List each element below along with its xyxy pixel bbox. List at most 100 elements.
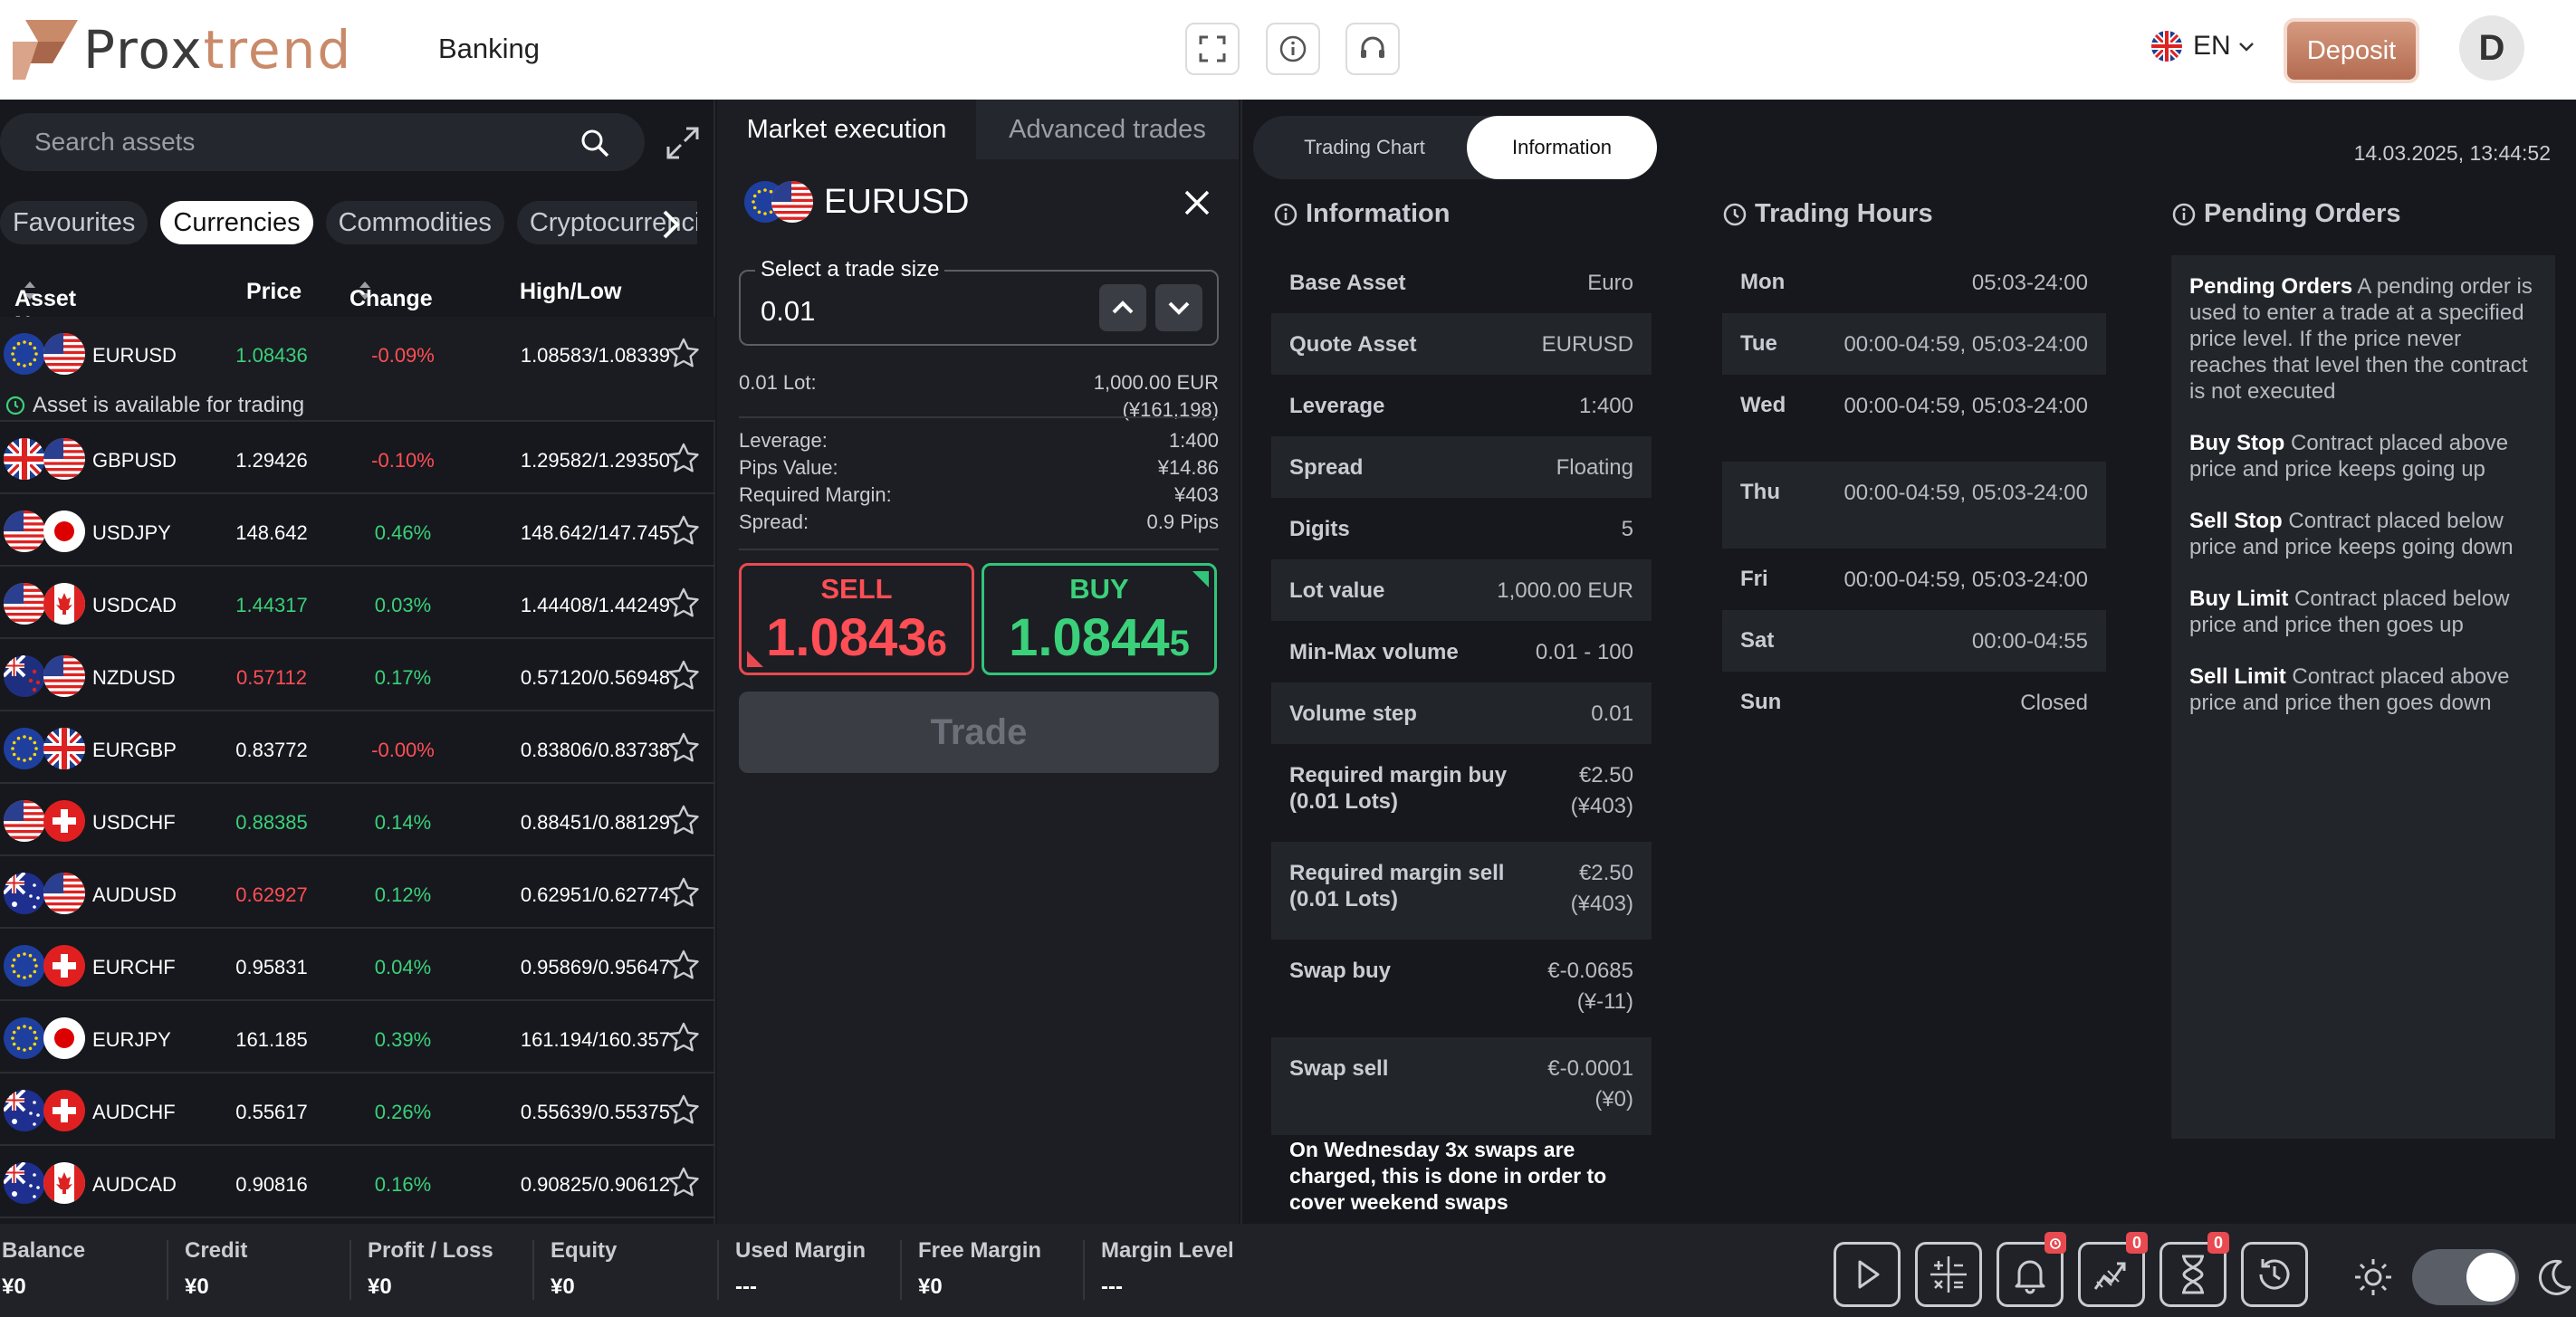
close-icon[interactable] [1181,186,1213,219]
asset-row-usdcad[interactable]: USDCAD 1.44317 0.03% 1.44408/1.44249 [0,567,715,639]
buy-price-pip: 5 [1169,624,1190,663]
fullscreen-button[interactable] [1185,23,1240,75]
hours-time: 00:00-04:59, 05:03-24:00 [1843,568,2088,592]
pending-term: Pending Orders [2189,274,2353,299]
tab-currencies[interactable]: Currencies [160,201,313,244]
sell-button[interactable]: SELL 1.08436 [739,563,974,675]
brand-logo[interactable]: Proxtrend [13,20,352,80]
trade-button[interactable]: Trade [739,692,1219,773]
leverage-label: Leverage: [739,429,828,452]
ch-flag-icon [43,945,85,987]
pending-orders-title: Pending Orders [2171,199,2401,229]
star-icon[interactable] [666,514,701,549]
bell-icon [2015,1260,2045,1294]
pair-flags [4,655,85,697]
asset-row-nzdusd[interactable]: NZDUSD 0.57112 0.17% 0.57120/0.56948 [0,639,715,711]
asset-row-eurchf[interactable]: EURCHF 0.95831 0.04% 0.95869/0.95647 [0,929,715,1001]
star-icon[interactable] [666,337,701,371]
pending-term: Sell Limit [2189,664,2286,689]
star-icon[interactable] [666,949,701,983]
info-row: Min-Max volume 0.01 - 100 [1271,621,1652,682]
asset-high-low: 0.55639/0.55375 [520,1101,670,1123]
asset-row-usdchf[interactable]: USDCHF 0.88385 0.14% 0.88451/0.88129 [0,784,715,856]
star-icon[interactable] [666,1166,701,1200]
tab-trading-chart[interactable]: Trading Chart [1262,116,1467,179]
leverage-value: 1:400 [1168,429,1219,452]
eu-flag-icon [4,1017,45,1059]
stat-margin-level: Margin Level --- [1101,1238,1234,1300]
tab-market-execution[interactable]: Market execution [717,100,976,159]
info-key: Quote Asset [1289,332,1417,357]
information-title-text: Information [1306,199,1451,228]
hours-row-sun: Sun Closed [1722,672,2106,733]
asset-row-audchf[interactable]: AUDCHF 0.55617 0.26% 0.55639/0.55375 [0,1074,715,1146]
stat-separator [1083,1240,1085,1300]
tab-information[interactable]: Information [1467,116,1657,179]
buy-corner-marker [1192,571,1209,587]
sell-label: SELL [820,573,893,605]
pending-button[interactable]: 0 [2159,1232,2229,1307]
asset-price: 0.90816 [235,1173,308,1196]
us-flag-icon [43,333,85,375]
info-value: €2.50 (¥403) [1571,860,1633,922]
asset-row-gbpusd[interactable]: GBPUSD 1.29426 -0.10% 1.29582/1.29350 [0,422,715,494]
star-icon[interactable] [666,1021,701,1055]
tab-advanced-trades[interactable]: Advanced trades [976,100,1239,159]
asset-change: -0.00% [371,739,435,761]
search-icon[interactable] [579,128,610,158]
stat-label: Balance [2,1238,86,1263]
hours-row-sat: Sat 00:00-04:55 [1722,610,2106,672]
pending-orders-box: Pending Orders A pending order is used t… [2171,255,2555,1139]
info-row: Lot value 1,000.00 EUR [1271,559,1652,621]
asset-row-eurgbp[interactable]: EURGBP 0.83772 -0.00% 0.83806/0.83738 [0,711,715,784]
stat-equity: Equity ¥0 [551,1238,617,1300]
stat-label: Margin Level [1101,1238,1234,1263]
star-icon[interactable] [666,876,701,911]
star-icon[interactable] [666,731,701,766]
brand-name: Proxtrend [83,20,352,80]
language-selector[interactable]: EN [2151,31,2256,62]
star-icon[interactable] [666,659,701,693]
col-asset-name[interactable]: Asset Name [14,279,76,338]
decrease-size-button[interactable] [1155,284,1202,331]
info-button[interactable] [1266,23,1320,75]
chevron-right-icon[interactable] [656,206,686,243]
buy-button[interactable]: BUY 1.08445 [982,563,1217,675]
expand-panel-icon[interactable] [665,125,701,161]
star-icon[interactable] [666,1093,701,1128]
trade-size-value[interactable]: 0.01 [761,295,815,328]
lot-value: 1,000.00 EUR [1093,371,1219,394]
asset-row-audcad[interactable]: AUDCAD 0.90816 0.16% 0.90825/0.90612 [0,1146,715,1218]
us-flag-icon [4,511,45,552]
star-icon[interactable] [666,804,701,838]
history-button[interactable] [2241,1242,2308,1307]
user-avatar[interactable]: D [2459,15,2524,81]
tab-favourites[interactable]: Favourites [0,201,148,244]
theme-toggle[interactable] [2412,1249,2519,1305]
tab-commodities[interactable]: Commodities [325,201,504,244]
pending-entry: Pending Orders A pending order is used t… [2189,273,2537,405]
hours-time: 00:00-04:59, 05:03-24:00 [1843,481,2088,505]
search-input[interactable] [34,113,541,171]
alarm-clock-icon [2050,1238,2061,1249]
signals-button[interactable]: 0 [2078,1232,2148,1307]
star-icon[interactable] [666,587,701,621]
price-alerts-button[interactable] [1997,1232,2066,1307]
calculator-button[interactable] [1915,1242,1982,1307]
hours-day: Wed [1740,393,1786,417]
asset-symbol: AUDCAD [92,1173,177,1196]
banking-link[interactable]: Banking [438,33,540,65]
col-change[interactable]: Change [350,279,433,311]
deposit-button[interactable]: Deposit [2284,18,2419,83]
jp-flag-icon [43,511,85,552]
info-value-main: €-0.0685 [1547,959,1633,983]
asset-row-audusd[interactable]: AUDUSD 0.62927 0.12% 0.62951/0.62774 [0,856,715,929]
support-button[interactable] [1345,23,1400,75]
asset-row-eurusd[interactable]: EURUSD 1.08436 -0.09% 1.08583/1.08339 Asset … [0,317,715,422]
star-icon[interactable] [666,442,701,476]
pending-badge: 0 [2207,1232,2229,1254]
asset-row-eurjpy[interactable]: EURJPY 161.185 0.39% 161.194/160.357 [0,1001,715,1074]
asset-row-usdjpy[interactable]: USDJPY 148.642 0.46% 148.642/147.745 [0,494,715,567]
play-button[interactable] [1834,1242,1901,1307]
increase-size-button[interactable] [1099,284,1146,331]
